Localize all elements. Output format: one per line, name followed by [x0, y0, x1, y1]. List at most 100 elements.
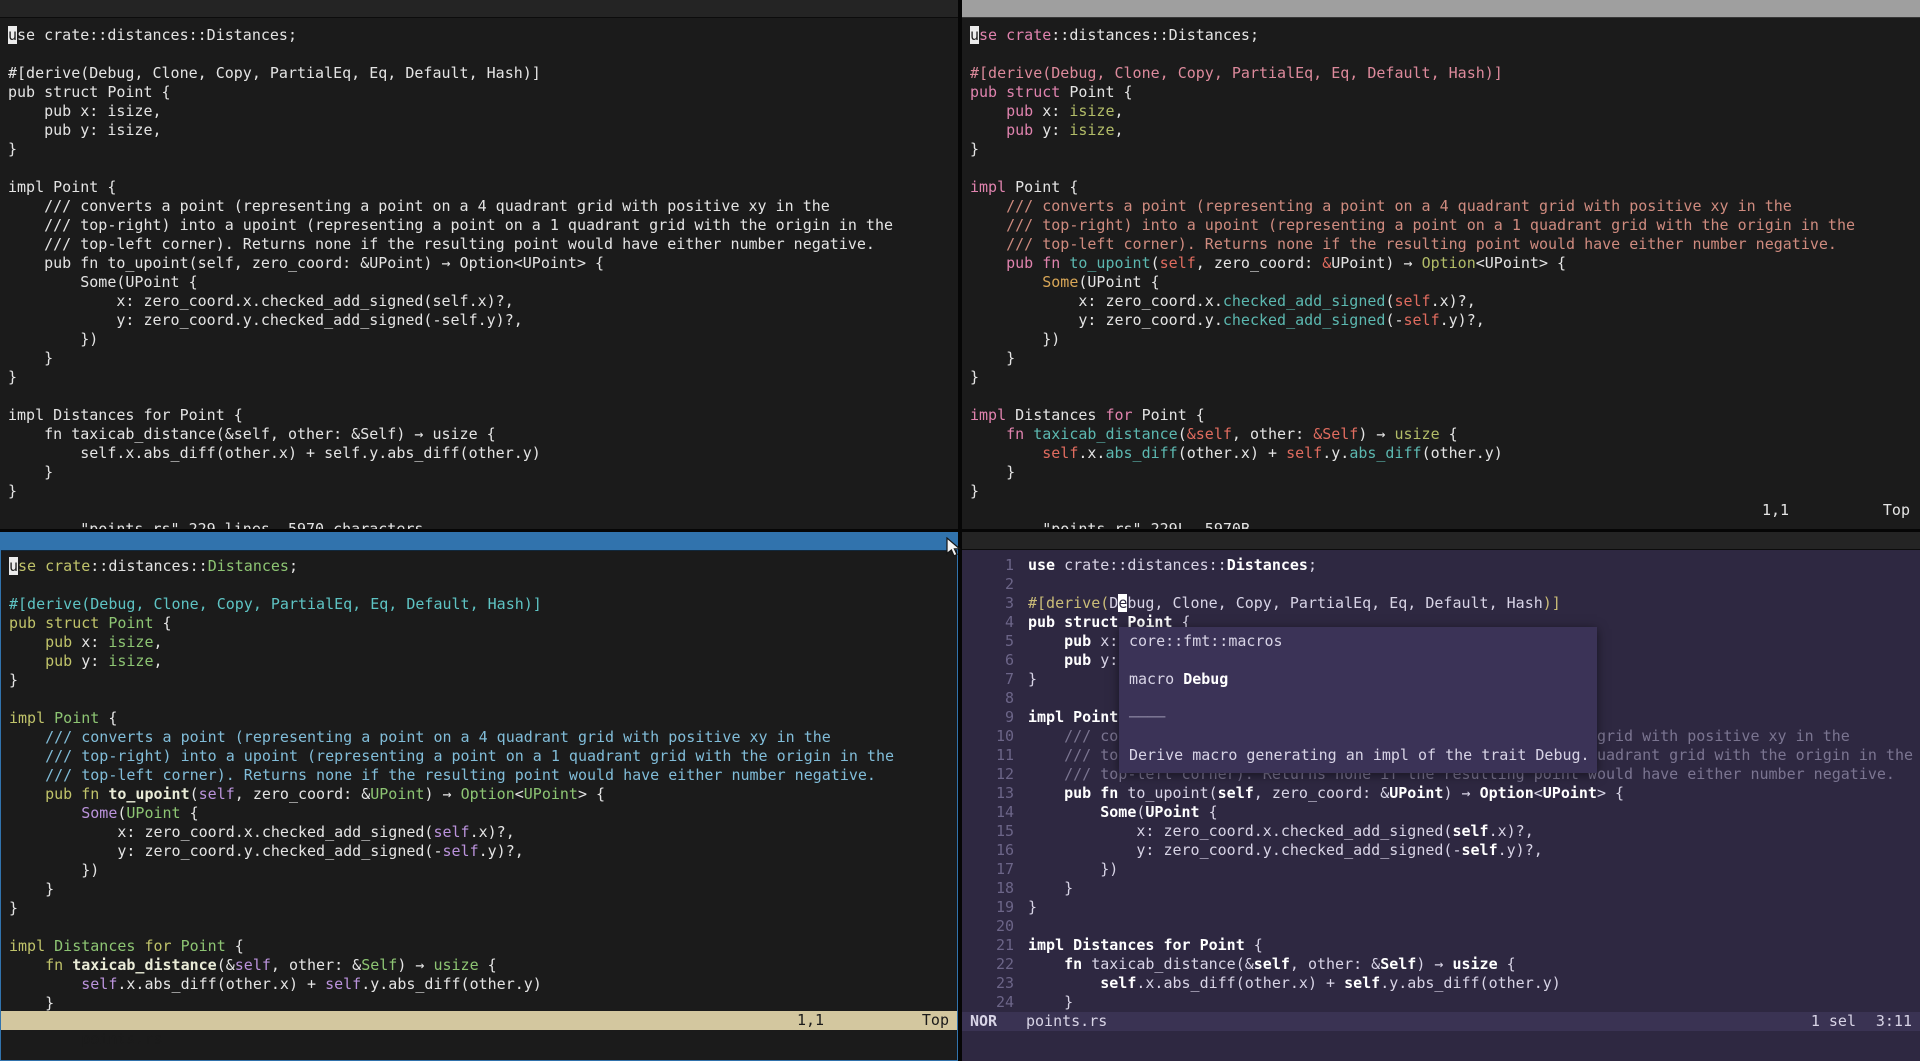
helix-mode-indicator: NOR [970, 1012, 997, 1031]
nvim-code-area[interactable]: use crate::distances::Distances; #[deriv… [9, 557, 957, 1013]
code-token: UPoint [1145, 803, 1199, 821]
pane-nvim-terminal[interactable]: use crate::distances::Distances; #[deriv… [1, 551, 957, 1060]
code-token: .x)?, [1431, 292, 1476, 310]
code-token: self [433, 823, 469, 841]
code-token: ) → [397, 956, 433, 974]
code-line: y: zero_coord.y.checked_add_signed(-self… [8, 311, 958, 330]
code-line: 1use crate::distances::Distances; [970, 556, 1920, 575]
code-token: } [8, 463, 53, 481]
nvim-statusline-position: 1,1 [797, 1011, 824, 1030]
nvim-statusline: points.rs 1,1 Top [1, 1011, 957, 1030]
line-number: 19 [970, 898, 1014, 917]
code-line [9, 576, 957, 595]
line-number: 6 [970, 651, 1014, 670]
code-token: se [18, 557, 36, 575]
code-line: pub x: isize, [9, 633, 957, 652]
code-token: .x)?, [1489, 822, 1534, 840]
code-token [9, 690, 18, 708]
code-token [9, 804, 81, 822]
code-line: } [8, 368, 958, 387]
nvim-statusline-filename: points.rs [81, 1030, 162, 1048]
pane-vim-terminal[interactable]: use crate::distances::Distances; #[deriv… [962, 18, 1920, 529]
line-number: 10 [970, 727, 1014, 746]
code-line: } [8, 349, 958, 368]
code-token: } [9, 671, 18, 689]
code-token: crate::distances:: [1055, 556, 1227, 574]
pane-vim-titlebar[interactable]: ~/dev/advent_of_code_2023/aoc_libs/src> … [962, 0, 1920, 18]
pane-vi-terminal[interactable]: use crate::distances::Distances; #[deriv… [0, 18, 958, 529]
code-token [1028, 803, 1100, 821]
cursor-block: e [1118, 594, 1127, 612]
pane-vi-titlebar[interactable]: ~/dev/advent_of_code_2023/aoc_libs/src> … [0, 0, 958, 18]
pane-helix-terminal[interactable]: 1use crate::distances::Distances;2 3#[de… [962, 550, 1920, 1061]
code-token: self [442, 842, 478, 860]
code-token: se [979, 26, 997, 44]
code-token: Distances [1073, 936, 1154, 954]
pane-helix[interactable]: ~/dev/advent_of_code_2023/aoc_libs/src> … [962, 532, 1920, 1061]
pane-nvim[interactable]: ~/dev/advent_of_code_2023/aoc_libs/src> … [0, 532, 958, 1061]
line-number: 1 [970, 556, 1014, 575]
code-token: self [1254, 955, 1290, 973]
code-token [997, 83, 1006, 101]
code-token: x: zero_coord.x.checked_add_signed( [9, 823, 433, 841]
code-token [1028, 689, 1037, 707]
code-token: self [235, 956, 271, 974]
pane-vim[interactable]: ~/dev/advent_of_code_2023/aoc_libs/src> … [962, 0, 1920, 529]
code-token: Point { [1006, 178, 1078, 196]
code-token: impl Point { [8, 178, 116, 196]
code-token: fn [1100, 784, 1118, 802]
code-token: Point [181, 937, 226, 955]
code-token: isize [1069, 102, 1114, 120]
code-token [970, 444, 1042, 462]
code-token: , other: [1232, 425, 1313, 443]
code-token: , other: & [271, 956, 361, 974]
code-token: to_upoint [108, 785, 189, 803]
code-token: for [1163, 936, 1190, 954]
line-number: 16 [970, 841, 1014, 860]
pane-nvim-titlebar[interactable]: ~/dev/advent_of_code_2023/aoc_libs/src> … [1, 533, 957, 551]
code-line: } [9, 671, 957, 690]
code-token: x: [1033, 102, 1069, 120]
code-token: for [1105, 406, 1132, 424]
code-token: )] [1543, 594, 1561, 612]
vim-code-area[interactable]: use crate::distances::Distances; #[deriv… [970, 26, 1920, 501]
code-token: Point [54, 709, 99, 727]
code-token: , zero_coord: & [1254, 784, 1389, 802]
code-token: } [1028, 993, 1073, 1011]
code-line: }) [9, 861, 957, 880]
helix-code-area[interactable]: 1use crate::distances::Distances;2 3#[de… [970, 556, 1920, 1012]
code-token: to_upoint [1069, 254, 1150, 272]
code-line: 24 } [970, 993, 1920, 1012]
code-token: ) → [1358, 425, 1394, 443]
code-token: } [970, 463, 1015, 481]
pane-helix-titlebar[interactable]: ~/dev/advent_of_code_2023/aoc_libs/src> … [962, 532, 1920, 550]
code-line: Some(UPoint { [970, 273, 1920, 292]
code-token: Distances [54, 937, 135, 955]
code-token: Distances [1227, 556, 1308, 574]
vi-code-area[interactable]: use crate::distances::Distances; #[deriv… [8, 26, 958, 501]
code-line: impl Point { [970, 178, 1920, 197]
code-token [9, 652, 45, 670]
code-token: ) → [1443, 784, 1479, 802]
code-token: Self [1380, 955, 1416, 973]
code-token: } [1028, 670, 1037, 688]
code-line [970, 159, 1920, 178]
code-line: /// top-left corner). Returns none if th… [9, 766, 957, 785]
code-token: Point { [1060, 83, 1132, 101]
code-token: Distances [1006, 406, 1105, 424]
code-line: impl Point { [9, 709, 957, 728]
code-line [1129, 727, 1597, 746]
code-token: self [325, 975, 361, 993]
code-line: use crate::distances::Distances; [8, 26, 958, 45]
code-token [1129, 651, 1138, 669]
code-token: Point [108, 614, 153, 632]
code-line: pub y: isize, [970, 121, 1920, 140]
code-token: Distances [208, 557, 289, 575]
code-token: .y)?, [479, 842, 524, 860]
pane-vi[interactable]: ~/dev/advent_of_code_2023/aoc_libs/src> … [0, 0, 958, 529]
code-line: } [9, 880, 957, 899]
code-token: <UPoint> { [1476, 254, 1566, 272]
helix-selection-count: 1 sel [1811, 1012, 1856, 1031]
line-number: 11 [970, 746, 1014, 765]
line-number: 14 [970, 803, 1014, 822]
